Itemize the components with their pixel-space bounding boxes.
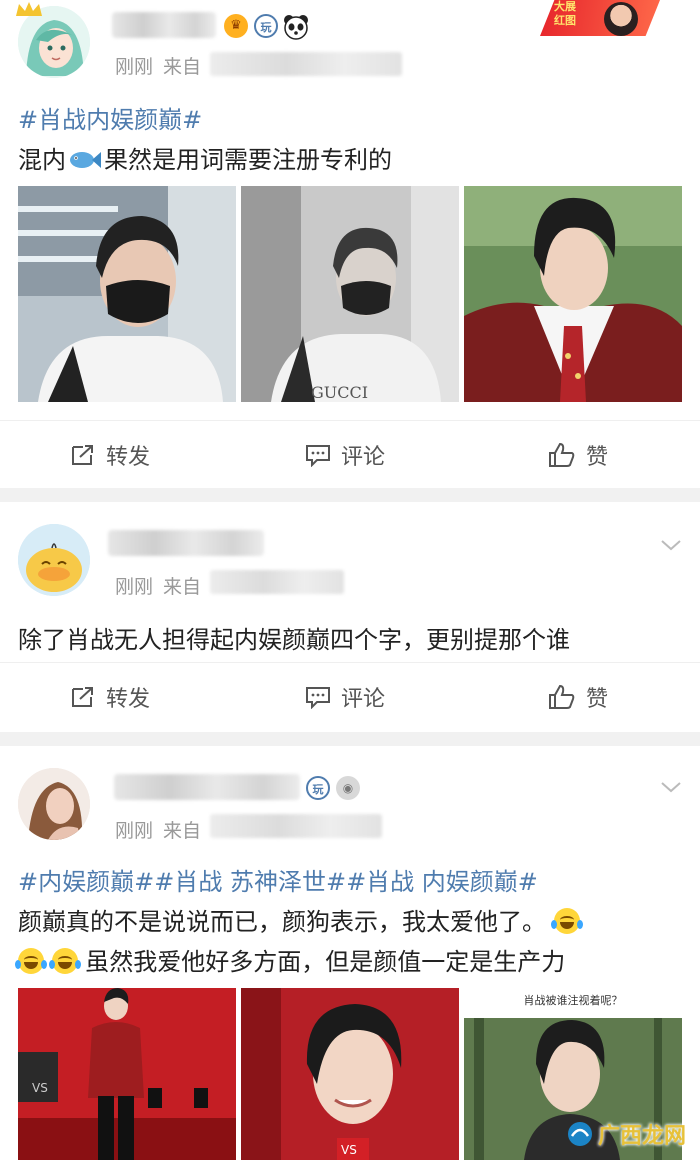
like-button[interactable]: 赞: [548, 437, 608, 473]
like-icon: [549, 442, 575, 467]
promo-badge-label: 大展 红图: [554, 0, 576, 27]
comment-button[interactable]: 评论: [305, 437, 385, 473]
medal-icon: ◉: [336, 776, 360, 800]
repost-icon: [72, 687, 93, 707]
comment-icon: [306, 687, 330, 709]
post-photo-2[interactable]: GUCCI: [241, 186, 459, 402]
photo-red-stage: VS: [18, 988, 236, 1160]
avatar[interactable]: [18, 768, 90, 840]
post-source-blurred[interactable]: [210, 814, 382, 838]
svg-text:VS: VS: [32, 1081, 48, 1095]
repost-label: 转发: [106, 687, 151, 712]
post-text-part1: 混内: [18, 146, 66, 174]
repost-label: 转发: [106, 445, 151, 470]
post-photo-1[interactable]: VS: [18, 988, 236, 1160]
panda-icon: [284, 15, 308, 40]
chevron-down-icon[interactable]: [660, 538, 682, 552]
username-blurred[interactable]: [108, 530, 264, 556]
post-separator: [0, 488, 700, 502]
post-text-part2: 果然是用词需要注册专利的: [104, 146, 392, 174]
watermark-text: 广西龙网: [598, 1124, 687, 1149]
avatar-portrait-icon: [18, 768, 90, 840]
post-text-line1-content: 颜巅真的不是说说而已，颜狗表示，我太爱他了。: [18, 908, 546, 936]
post-actions: 转发 评论 赞: [0, 420, 700, 490]
post-source-label: 来自: [163, 820, 202, 842]
weibo-post-3: 玩 ◉ 刚刚 来自 #内娱颜巅##肖战 苏神泽世##肖战 内娱颜巅# 颜巅真的不是…: [0, 746, 700, 1160]
comment-button[interactable]: 评论: [305, 679, 385, 715]
post-photo-1[interactable]: [18, 186, 236, 402]
crown-icon: [16, 2, 42, 16]
comment-icon: [306, 445, 330, 467]
post-source-label: 来自: [163, 56, 202, 78]
post-text-line1: 颜巅真的不是说说而已，颜狗表示，我太爱他了。: [18, 902, 583, 937]
watermark: 广西龙网: [566, 1116, 686, 1152]
post-actions: 转发 评论 赞: [0, 662, 700, 732]
post-time: 刚刚: [115, 576, 154, 598]
post-hashtags[interactable]: #肖战内娱颜巅#: [18, 100, 202, 135]
fish-emoji-icon: [70, 152, 101, 168]
photo-smiling-portrait: VS: [241, 988, 459, 1160]
post-source-blurred[interactable]: [210, 52, 402, 76]
like-label: 赞: [586, 687, 609, 712]
username-blurred[interactable]: [114, 774, 300, 800]
post-meta: 刚刚 来自: [115, 52, 201, 79]
laugh-cry-emoji-icon: [15, 948, 47, 974]
like-label: 赞: [586, 445, 609, 470]
weibo-post-2: 刚刚 来自 除了肖战无人担得起内娱颜巅四个字，更别提那个谁 转发 评论 赞: [0, 502, 700, 732]
post-text-line2: 虽然我爱他好多方面，但是颜值一定是生产力: [15, 942, 566, 977]
post-text: 混内 果然是用词需要注册专利的: [18, 140, 392, 175]
photo-grayscale-mask: GUCCI: [241, 186, 459, 402]
repost-button[interactable]: 转发: [70, 679, 150, 715]
post-separator: [0, 732, 700, 746]
post-photo-3[interactable]: [464, 186, 682, 402]
post-text-line2-content: 虽然我爱他好多方面，但是颜值一定是生产力: [85, 948, 566, 976]
verified-badge-icon: 玩: [306, 776, 330, 800]
verified-badge-icon: 玩: [254, 14, 278, 38]
weibo-post-1: ♛ 玩 刚刚来自 大展 红图 #肖战内娱颜巅# 混内 果然是用词需要注册专利的: [0, 0, 700, 488]
svg-text:GUCCI: GUCCI: [311, 383, 368, 402]
laugh-cry-emoji-icon: [48, 948, 81, 974]
watermark-logo-icon: [568, 1122, 592, 1146]
post-photo-2[interactable]: VS: [241, 988, 459, 1160]
repost-button[interactable]: 转发: [70, 437, 150, 473]
promo-badge-portrait: [604, 2, 638, 36]
photo-airport-mask: [18, 186, 236, 402]
username-blurred[interactable]: [112, 12, 216, 38]
laugh-cry-emoji-icon: [550, 908, 583, 934]
svg-text:VS: VS: [341, 1143, 357, 1157]
post-meta: 刚刚 来自: [115, 816, 201, 843]
post-source-blurred[interactable]: [210, 570, 344, 594]
post-hashtags[interactable]: #内娱颜巅##肖战 苏神泽世##肖战 内娱颜巅#: [18, 862, 538, 897]
post-text: 除了肖战无人担得起内娱颜巅四个字，更别提那个谁: [18, 626, 570, 654]
photo-red-jacket: [464, 186, 682, 402]
promo-badge[interactable]: 大展 红图: [540, 0, 660, 36]
like-button[interactable]: 赞: [548, 679, 608, 715]
comment-label: 评论: [341, 687, 386, 712]
post-meta: 刚刚 来自: [115, 572, 201, 599]
comment-label: 评论: [341, 445, 386, 470]
repost-icon: [72, 445, 93, 465]
like-icon: [549, 684, 575, 709]
post-source-label: 来自: [163, 576, 202, 598]
post-time: 刚刚: [115, 820, 154, 842]
post-time: 刚刚: [115, 56, 154, 78]
chevron-down-icon[interactable]: [660, 780, 682, 794]
avatar-psyduck-icon: [18, 524, 90, 596]
avatar[interactable]: [18, 524, 90, 596]
photo-caption: 肖战被谁注视着呢？: [523, 994, 623, 1007]
vip-icon: ♛: [224, 14, 248, 38]
